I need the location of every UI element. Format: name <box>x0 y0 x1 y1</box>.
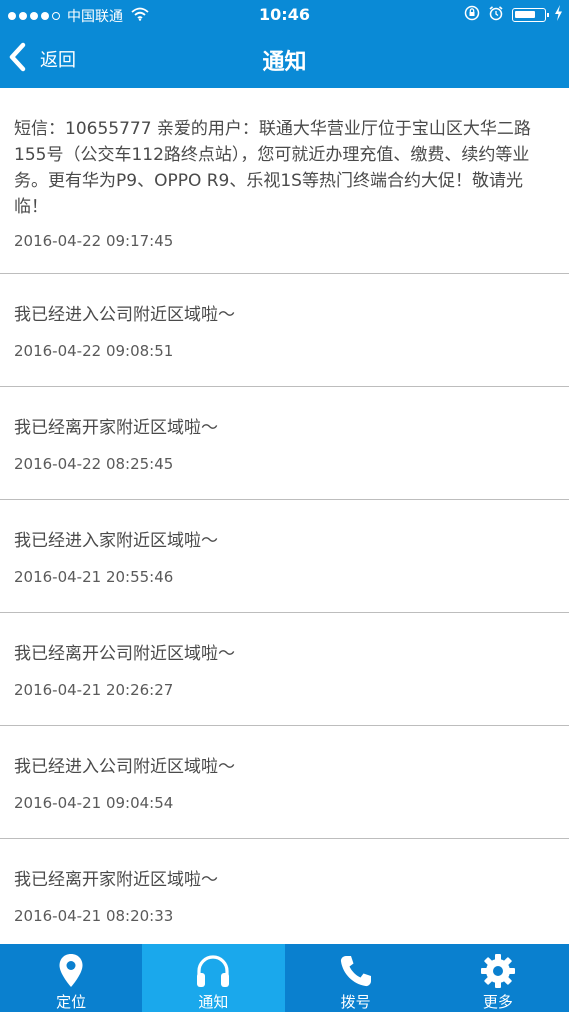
tab-more[interactable]: 更多 <box>427 944 569 1012</box>
notification-item[interactable]: 我已经离开家附近区域啦～ 2016-04-22 08:25:45 <box>0 387 569 500</box>
notification-item[interactable]: 我已经进入公司附近区域啦～ 2016-04-21 09:04:54 <box>0 726 569 839</box>
notification-message: 我已经进入公司附近区域啦～ <box>14 757 235 777</box>
notification-message: 我已经离开家附近区域啦～ <box>14 418 218 438</box>
tab-location[interactable]: 定位 <box>0 944 142 1012</box>
battery-icon <box>512 8 549 22</box>
navigation-bar: 返回 通知 <box>0 30 569 88</box>
notification-time: 2016-04-21 08:20:33 <box>14 907 174 925</box>
notification-time: 2016-04-22 09:08:51 <box>14 342 174 360</box>
tab-dial[interactable]: 拨号 <box>285 944 427 1012</box>
battery-level <box>515 11 535 18</box>
notification-message: 我已经进入家附近区域啦～ <box>14 531 218 551</box>
notification-message: 短信：10655777 亲爱的用户：联通大华营业厅位于宝山区大华二路155号（公… <box>14 119 531 217</box>
phone-icon <box>339 952 373 989</box>
tab-label: 定位 <box>56 993 87 1011</box>
rotation-lock-icon <box>464 5 480 25</box>
page-title: 通知 <box>262 50 307 75</box>
notification-item[interactable]: 我已经进入公司附近区域啦～ 2016-04-22 09:08:51 <box>0 274 569 387</box>
notification-item[interactable]: 我已经离开公司附近区域啦～ 2016-04-21 20:26:27 <box>0 613 569 726</box>
notification-time: 2016-04-22 08:25:45 <box>14 455 174 473</box>
gear-icon <box>480 952 516 989</box>
notification-time: 2016-04-21 20:26:27 <box>14 681 174 699</box>
tab-label: 更多 <box>482 993 513 1011</box>
notification-list[interactable]: 短信：10655777 亲爱的用户：联通大华营业厅位于宝山区大华二路155号（公… <box>0 88 569 944</box>
notification-item[interactable]: 我已经进入家附近区域啦～ 2016-04-21 20:55:46 <box>0 500 569 613</box>
status-right <box>464 5 563 25</box>
tab-label: 拨号 <box>340 993 371 1011</box>
notification-item[interactable]: 我已经离开家附近区域啦～ 2016-04-21 08:20:33 <box>0 839 569 944</box>
tab-bar: 定位 通知 拨号 更多 <box>0 944 569 1012</box>
status-bar: 中国联通 10:46 <box>0 0 569 30</box>
tab-notifications[interactable]: 通知 <box>142 944 285 1012</box>
notification-message: 我已经离开家附近区域啦～ <box>14 870 218 890</box>
headphones-icon <box>194 952 232 989</box>
charging-icon <box>554 5 563 25</box>
notification-time: 2016-04-22 09:17:45 <box>14 232 174 250</box>
notification-time: 2016-04-21 20:55:46 <box>14 568 174 586</box>
location-pin-icon <box>58 952 84 989</box>
notification-time: 2016-04-21 09:04:54 <box>14 794 174 812</box>
battery-cap <box>547 13 549 17</box>
notification-message: 我已经进入公司附近区域啦～ <box>14 305 235 325</box>
notification-item[interactable]: 短信：10655777 亲爱的用户：联通大华营业厅位于宝山区大华二路155号（公… <box>0 88 569 274</box>
notification-message: 我已经离开公司附近区域啦～ <box>14 644 235 664</box>
alarm-icon <box>488 5 504 25</box>
tab-label: 通知 <box>198 993 229 1011</box>
